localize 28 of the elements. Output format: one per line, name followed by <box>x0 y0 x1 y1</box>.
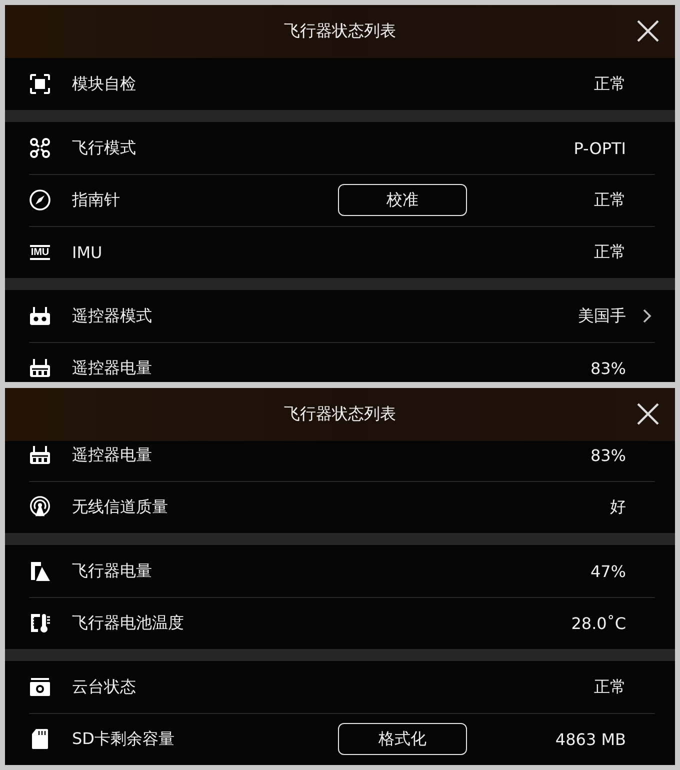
row-label: 遥控器电量 <box>72 358 153 378</box>
panel-title: 飞行器状态列表 <box>284 404 396 425</box>
status-value: 正常 <box>593 190 626 210</box>
status-value: P-OPTI <box>572 138 626 158</box>
row-label: 指南针 <box>72 190 121 210</box>
status-value: 47% <box>589 562 626 580</box>
row-label: 飞行器电量 <box>72 560 153 582</box>
status-value: 83% <box>589 358 626 378</box>
status-value: 4863 MB <box>554 730 626 748</box>
status-value: 正常 <box>593 676 626 698</box>
action-button[interactable]: 校准 <box>338 184 467 216</box>
row-label: SD卡剩余容量 <box>72 728 176 750</box>
row-label: 云台状态 <box>72 676 137 698</box>
row-label: 遥控器模式 <box>72 306 153 326</box>
status-value: 83% <box>589 446 626 464</box>
status-value: 好 <box>609 496 626 518</box>
row-label: 无线信道质量 <box>72 496 169 518</box>
row-label: 遥控器电量 <box>72 444 153 466</box>
action-button[interactable]: 格式化 <box>338 723 467 755</box>
row-label: 模块自检 <box>72 74 137 94</box>
status-value: 正常 <box>593 242 626 262</box>
status-value: 正常 <box>593 74 626 94</box>
row-label: IMU <box>72 242 104 262</box>
panel-title: 飞行器状态列表 <box>284 21 396 42</box>
row-label: 飞行器电池温度 <box>72 612 185 634</box>
row-label: 飞行模式 <box>72 138 137 158</box>
status-value: 美国手 <box>577 306 626 326</box>
status-value: 28.0˚C <box>570 614 626 632</box>
